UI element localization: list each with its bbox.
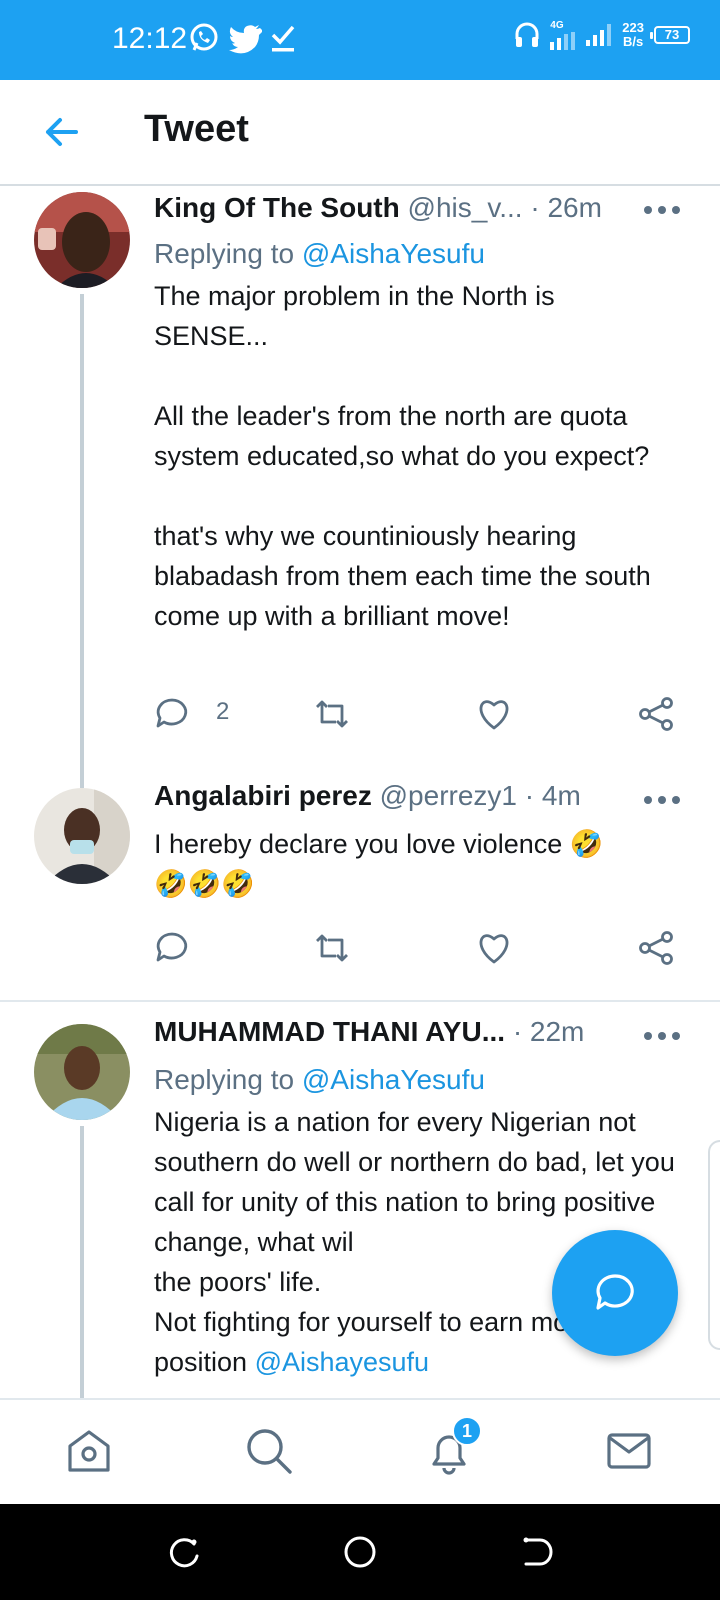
avatar[interactable] (34, 788, 130, 884)
tweet-header: MUHAMMAD THANI AYU... · 22m (154, 1016, 660, 1048)
compose-reply-button[interactable] (552, 1230, 678, 1356)
replying-to: Replying to @AishaYesufu (154, 1064, 485, 1096)
replying-to-mention[interactable]: @AishaYesufu (302, 238, 485, 269)
net-speed: 223 B/s (622, 21, 644, 49)
replying-to: Replying to @AishaYesufu (154, 238, 485, 270)
signal-4g-icon: 4G (550, 20, 576, 50)
avatar[interactable] (34, 1024, 130, 1120)
page-title: Tweet (144, 108, 249, 150)
author-handle[interactable]: @his_v... (408, 192, 523, 223)
replying-to-label: Replying to (154, 1064, 302, 1095)
tweet-feed[interactable]: King Of The South @his_v... · 26m Replyi… (0, 188, 720, 1398)
avatar[interactable] (34, 192, 130, 288)
share-icon[interactable] (638, 930, 674, 966)
bottom-nav: 1 (0, 1398, 720, 1504)
system-nav-bar (0, 1504, 720, 1600)
search-icon[interactable] (244, 1426, 294, 1476)
reply-bubble-icon (596, 1274, 634, 1310)
headphones-icon (515, 22, 539, 47)
author-name[interactable]: Angalabiri perez (154, 780, 372, 811)
thread-line (80, 294, 84, 788)
tweet-header: Angalabiri perez @perrezy1 · 4m (154, 780, 660, 812)
author-name[interactable]: MUHAMMAD THANI AYU... (154, 1016, 505, 1047)
tweet-time: · 26m (522, 192, 602, 223)
home-icon[interactable] (64, 1426, 114, 1476)
retweet-icon[interactable] (314, 930, 350, 966)
side-panel-handle[interactable] (708, 1140, 720, 1350)
like-heart-icon[interactable] (476, 930, 512, 966)
recent-apps-icon[interactable] (166, 1534, 202, 1570)
like-heart-icon[interactable] (476, 696, 512, 732)
status-bar: 12:12 4G 223 B/s 73 (0, 0, 720, 80)
more-options-icon[interactable] (642, 1030, 682, 1042)
thread-line (80, 1126, 84, 1398)
whatsapp-icon (190, 23, 218, 51)
back-button-icon[interactable] (520, 1534, 556, 1570)
more-options-icon[interactable] (642, 794, 682, 806)
share-icon[interactable] (638, 696, 674, 732)
net-speed-value: 223 (622, 20, 644, 35)
tweet-item[interactable]: King Of The South @his_v... · 26m Replyi… (0, 188, 720, 788)
status-time: 12:12 (112, 22, 188, 55)
signal-bars-icon (586, 24, 612, 46)
author-name[interactable]: King Of The South (154, 192, 400, 223)
tweet-header: King Of The South @his_v... · 26m (154, 192, 660, 224)
tweet-text: I hereby declare you love violence 🤣 🤣🤣🤣 (154, 829, 604, 899)
replying-to-label: Replying to (154, 238, 302, 269)
retweet-icon[interactable] (314, 696, 350, 732)
tweet-time: · 4m (517, 780, 581, 811)
tweet-text: The major problem in the North is SENSE.… (154, 281, 651, 631)
status-indicators: 4G 223 B/s 73 (514, 20, 690, 50)
replying-to-mention[interactable]: @AishaYesufu (302, 1064, 485, 1095)
tweet-mention[interactable]: @Aishayesufu (255, 1347, 430, 1377)
app-header: Tweet (0, 80, 720, 186)
author-handle[interactable]: @perrezy1 (380, 780, 517, 811)
reply-icon[interactable] (154, 696, 190, 732)
divider (0, 1000, 720, 1002)
network-type: 4G (550, 20, 564, 31)
back-arrow-icon[interactable] (40, 110, 84, 154)
home-button-icon[interactable] (342, 1534, 378, 1570)
messages-mail-icon[interactable] (604, 1426, 654, 1476)
tweet-actions (154, 930, 694, 970)
reply-count: 2 (216, 698, 230, 725)
reply-icon[interactable] (154, 930, 190, 966)
more-options-icon[interactable] (642, 204, 682, 216)
net-speed-unit: B/s (623, 34, 644, 49)
tweet-actions: 2 (154, 696, 694, 736)
battery-icon: 73 (650, 26, 690, 44)
tweet-time: · 22m (512, 1016, 585, 1047)
notification-badge: 1 (452, 1416, 482, 1446)
download-done-icon (271, 25, 295, 52)
twitter-icon (229, 25, 262, 54)
